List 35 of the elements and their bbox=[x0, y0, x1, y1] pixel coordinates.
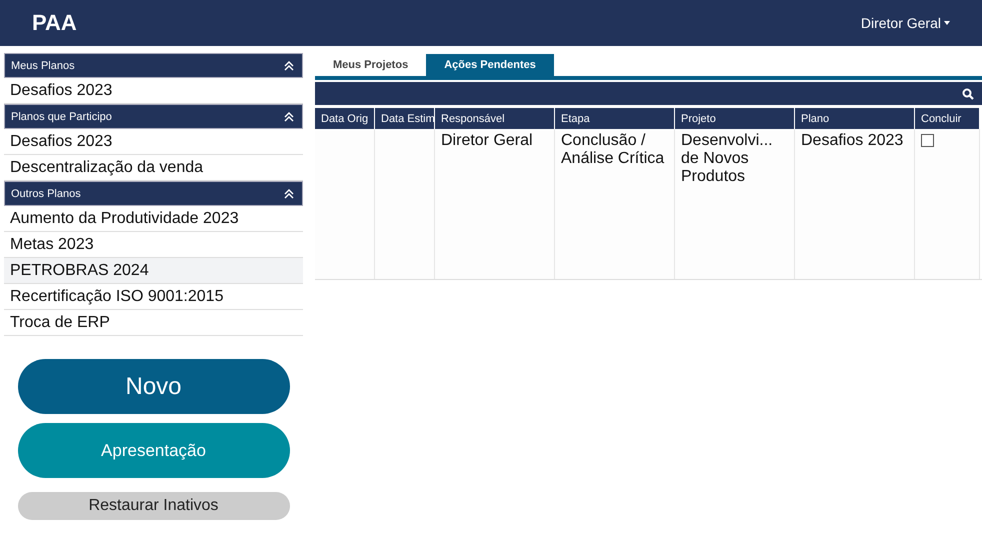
plan-item[interactable]: Desafios 2023 bbox=[4, 129, 303, 155]
checkbox[interactable] bbox=[921, 134, 934, 147]
column-header[interactable]: Concluir bbox=[915, 108, 980, 129]
collapse-icon[interactable] bbox=[284, 60, 294, 70]
section-header[interactable]: Outros Planos bbox=[4, 181, 303, 206]
user-menu[interactable]: Diretor Geral bbox=[860, 15, 950, 31]
search-icon[interactable] bbox=[962, 88, 974, 100]
table-cell: Diretor Geral bbox=[441, 132, 533, 149]
collapse-icon[interactable] bbox=[284, 188, 294, 198]
restore-button[interactable]: Restaurar Inativos bbox=[18, 492, 290, 520]
new-button[interactable]: Novo bbox=[18, 359, 290, 414]
section-header[interactable]: Meus Planos bbox=[4, 53, 303, 78]
section-title: Planos que Participo bbox=[11, 110, 112, 122]
caret-icon bbox=[944, 21, 950, 25]
plan-item[interactable]: PETROBRAS 2024 bbox=[4, 258, 303, 284]
column-header[interactable]: Plano bbox=[795, 108, 915, 129]
section-title: Meus Planos bbox=[11, 60, 75, 72]
column-header[interactable]: Responsável bbox=[435, 108, 555, 129]
column-header[interactable]: Data Estim bbox=[375, 108, 435, 129]
plan-item[interactable]: Aumento da Produtividade 2023 bbox=[4, 206, 303, 232]
collapse-icon[interactable] bbox=[284, 112, 294, 122]
section-title: Outros Planos bbox=[11, 188, 81, 200]
column-header[interactable]: Etapa bbox=[555, 108, 675, 129]
column-header[interactable]: Projeto bbox=[675, 108, 795, 129]
presentation-button[interactable]: Apresentação bbox=[18, 423, 290, 478]
table-cell: Conclusão / Análise Crítica bbox=[561, 132, 664, 167]
tab[interactable]: Meus Projetos bbox=[315, 54, 426, 76]
plan-item[interactable]: Troca de ERP bbox=[4, 310, 303, 336]
plan-item[interactable]: Recertificação ISO 9001:2015 bbox=[4, 284, 303, 310]
column-header[interactable]: Data Orig bbox=[315, 108, 375, 129]
table-cell: Desenvolvi... de Novos Produtos bbox=[681, 132, 773, 185]
app-title: PAA bbox=[32, 10, 77, 36]
tab[interactable]: Ações Pendentes bbox=[426, 54, 554, 76]
table-cell: Desafios 2023 bbox=[801, 132, 904, 149]
section-header[interactable]: Planos que Participo bbox=[4, 104, 303, 129]
